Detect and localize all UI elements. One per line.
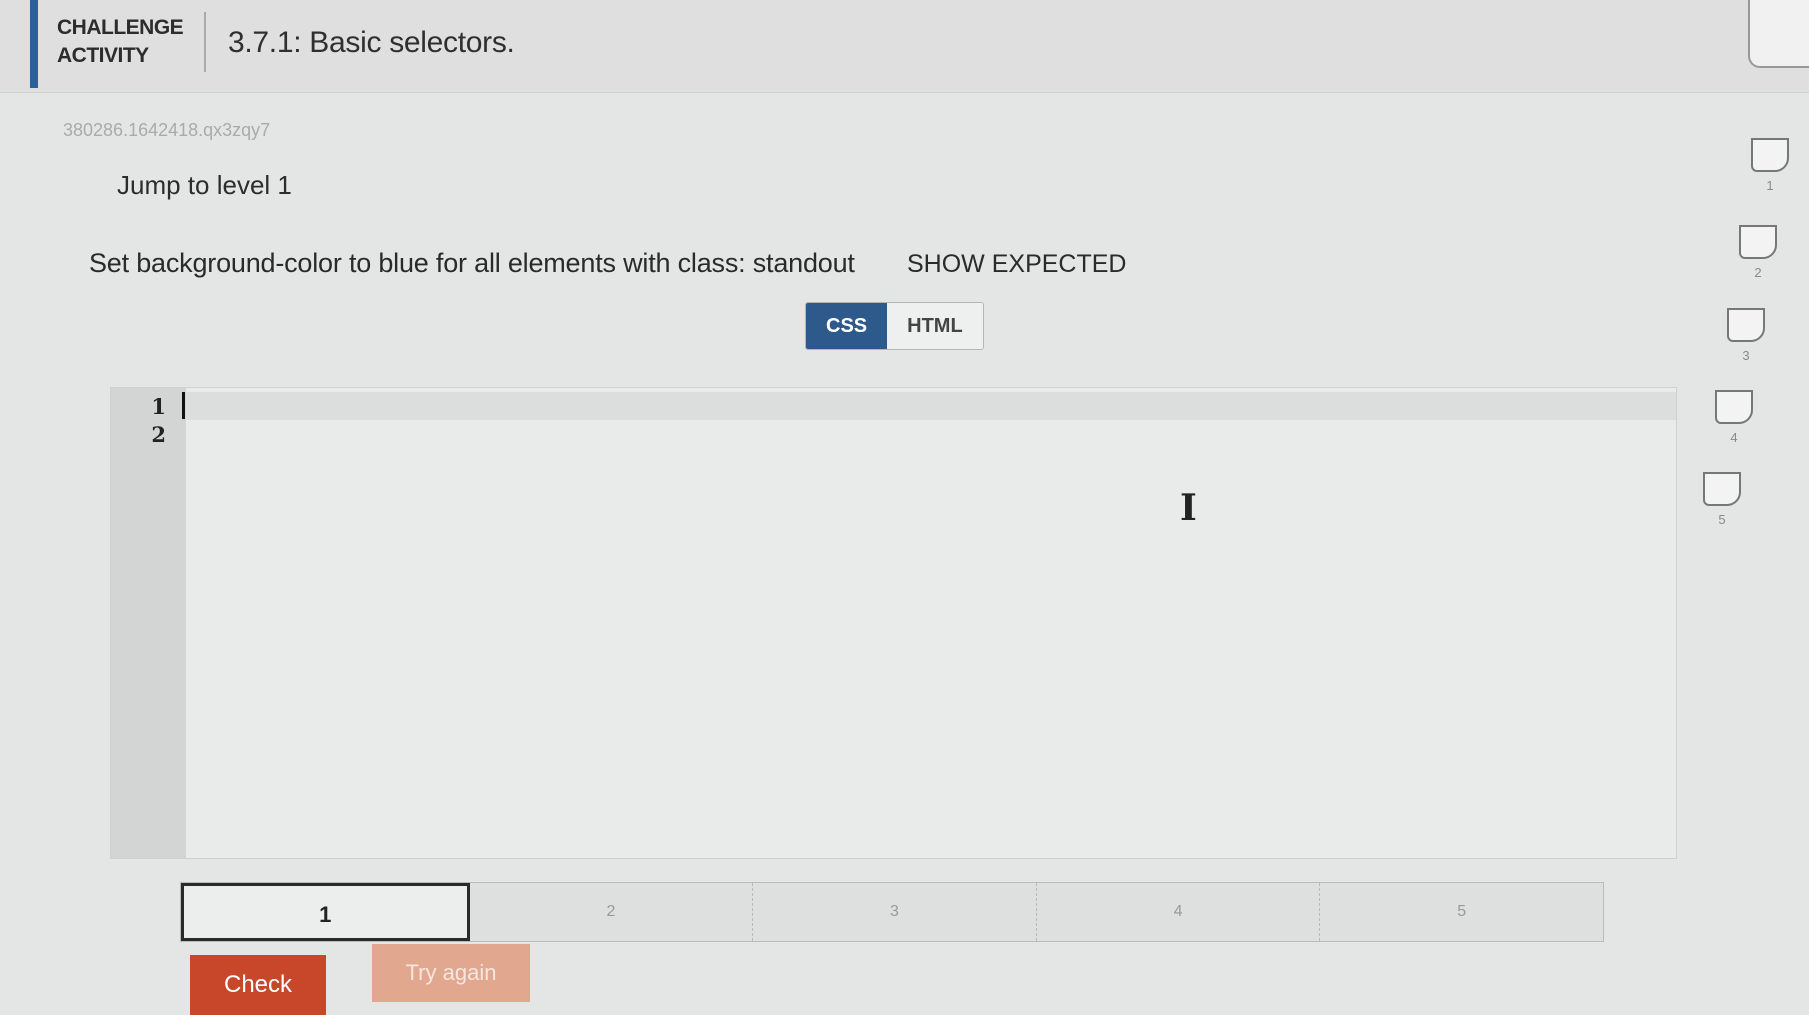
level-progress-bar: 1 2 3 4 5 — [180, 882, 1604, 942]
tab-html[interactable]: HTML — [887, 303, 983, 349]
challenge-label-line1: CHALLENGE — [57, 16, 184, 39]
progress-item: 5 — [1702, 472, 1742, 527]
check-button[interactable]: Check — [190, 955, 326, 1015]
text-caret — [182, 392, 185, 419]
progress-box-icon — [1751, 138, 1789, 172]
activity-header: CHALLENGE ACTIVITY 3.7.1: Basic selector… — [0, 0, 1809, 93]
corner-badge — [1748, 0, 1809, 68]
line-number: 2 — [151, 422, 166, 447]
progress-number: 3 — [1742, 348, 1750, 363]
progress-item: 1 — [1750, 138, 1790, 193]
try-again-button[interactable]: Try again — [372, 944, 530, 1002]
level-cell-4[interactable]: 4 — [1037, 883, 1321, 941]
level-cell-1[interactable]: 1 — [181, 883, 470, 941]
progress-indicator-column: 1 2 3 4 5 — [1690, 130, 1800, 570]
code-tabs: CSS HTML — [805, 302, 984, 350]
instructions-text: Set background-color to blue for all ele… — [89, 248, 855, 278]
header-divider — [204, 12, 206, 72]
progress-item: 4 — [1714, 390, 1754, 445]
progress-number: 4 — [1730, 430, 1738, 445]
activity-id: 380286.1642418.qx3zqy7 — [63, 120, 271, 140]
progress-number: 1 — [1766, 178, 1774, 193]
tab-css[interactable]: CSS — [806, 303, 888, 349]
level-cell-3[interactable]: 3 — [753, 883, 1037, 941]
progress-box-icon — [1703, 472, 1741, 506]
progress-item: 3 — [1726, 308, 1766, 363]
progress-number: 5 — [1718, 512, 1726, 527]
activity-title: 3.7.1: Basic selectors. — [228, 26, 515, 59]
active-line-highlight — [186, 392, 1676, 420]
level-cell-5[interactable]: 5 — [1320, 883, 1603, 941]
progress-box-icon — [1739, 225, 1777, 259]
show-expected-button[interactable]: SHOW EXPECTED — [907, 250, 1126, 279]
line-number: 1 — [151, 394, 166, 419]
challenge-activity-label: CHALLENGE ACTIVITY — [57, 14, 187, 70]
header-accent-bar — [30, 0, 38, 88]
progress-box-icon — [1727, 308, 1765, 342]
progress-item: 2 — [1738, 225, 1778, 280]
progress-box-icon — [1715, 390, 1753, 424]
challenge-label-line2: ACTIVITY — [57, 44, 149, 67]
jump-to-level-link[interactable]: Jump to level 1 — [117, 170, 292, 201]
ibeam-cursor-icon: I — [1180, 487, 1197, 529]
line-number-gutter: 1 2 — [111, 388, 186, 858]
progress-number: 2 — [1754, 265, 1762, 280]
code-editor[interactable]: 1 2 — [110, 387, 1677, 859]
level-cell-2[interactable]: 2 — [470, 883, 754, 941]
